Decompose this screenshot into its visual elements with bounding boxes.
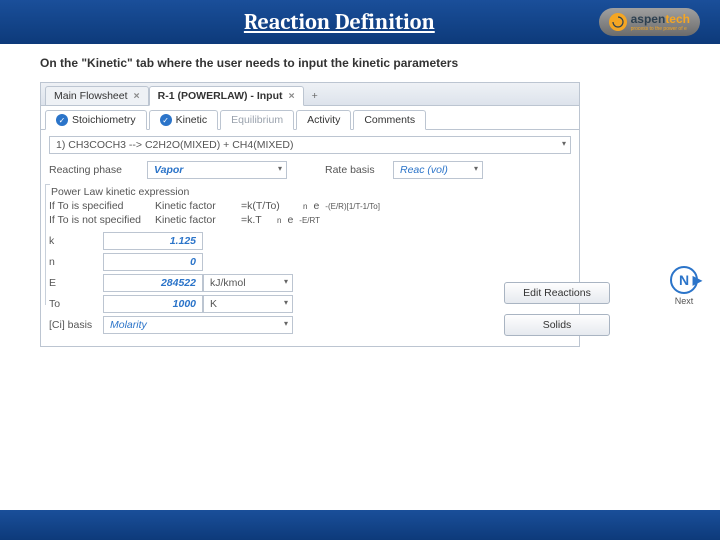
subtab-label: Equilibrium bbox=[231, 114, 283, 126]
label-Ci-basis: [Ci] basis bbox=[49, 319, 103, 331]
subtab-equilibrium[interactable]: Equilibrium bbox=[220, 110, 294, 130]
ci-basis-select[interactable]: Molarity bbox=[103, 316, 293, 334]
edit-reactions-button[interactable]: Edit Reactions bbox=[504, 282, 610, 304]
input-n[interactable]: 0 bbox=[103, 253, 203, 271]
subtab-strip: ✓ Stoichiometry ✓ Kinetic Equilibrium Ac… bbox=[41, 106, 579, 130]
aspen-window: Main Flowsheet × R-1 (POWERLAW) - Input … bbox=[40, 82, 580, 347]
label-n: n bbox=[49, 256, 103, 268]
subtab-kinetic[interactable]: ✓ Kinetic bbox=[149, 110, 219, 130]
next-button[interactable]: N ▶ Next bbox=[670, 266, 698, 306]
input-k[interactable]: 1.125 bbox=[103, 232, 203, 250]
label-rate-basis: Rate basis bbox=[325, 164, 385, 176]
eq2-e: e bbox=[287, 214, 293, 226]
eq1-prefix: =k(T/To) bbox=[241, 200, 297, 212]
next-icon: N ▶ bbox=[670, 266, 698, 294]
label-E: E bbox=[49, 277, 103, 289]
check-icon: ✓ bbox=[56, 114, 68, 126]
subtab-stoichiometry[interactable]: ✓ Stoichiometry bbox=[45, 110, 147, 130]
reaction-select[interactable]: 1) CH3COCH3 --> C2H2O(MIXED) + CH4(MIXED… bbox=[49, 136, 571, 154]
slide-title: Reaction Definition bbox=[80, 9, 599, 35]
label-reacting-phase: Reacting phase bbox=[49, 164, 139, 176]
eq1-exp: -(E/R)[1/T-1/To] bbox=[325, 202, 380, 211]
eq1-n: n bbox=[303, 202, 307, 211]
subtab-label: Activity bbox=[307, 114, 340, 126]
label-if-to-not-specified: If To is not specified bbox=[49, 214, 149, 226]
label-To: To bbox=[49, 298, 103, 310]
eq1-e: e bbox=[313, 200, 319, 212]
subtab-comments[interactable]: Comments bbox=[353, 110, 426, 130]
solids-button[interactable]: Solids bbox=[504, 314, 610, 336]
input-To[interactable]: 1000 bbox=[103, 295, 203, 313]
form-panel: 1) CH3COCH3 --> C2H2O(MIXED) + CH4(MIXED… bbox=[41, 130, 579, 346]
rate-basis-select[interactable]: Reac (vol) bbox=[393, 161, 483, 179]
close-icon[interactable]: × bbox=[134, 90, 140, 102]
group-powerlaw: Power Law kinetic expression bbox=[51, 186, 571, 198]
next-letter: N bbox=[679, 272, 689, 288]
unit-To[interactable]: K bbox=[203, 295, 293, 313]
close-icon[interactable]: × bbox=[288, 90, 294, 102]
subtab-label: Stoichiometry bbox=[72, 114, 136, 126]
logo-suffix: tech bbox=[665, 12, 690, 26]
reacting-phase-value: Vapor bbox=[154, 164, 183, 176]
logo-tagline: process to the power of e bbox=[631, 26, 690, 32]
new-tab-button[interactable]: + bbox=[304, 87, 326, 105]
label-if-to-specified: If To is specified bbox=[49, 200, 149, 212]
label-k: k bbox=[49, 235, 103, 247]
unit-E[interactable]: kJ/kmol bbox=[203, 274, 293, 292]
eq2-prefix: =k.T bbox=[241, 214, 271, 226]
label-kinetic-factor: Kinetic factor bbox=[155, 200, 235, 212]
tab-label: Main Flowsheet bbox=[54, 90, 128, 102]
document-tabstrip: Main Flowsheet × R-1 (POWERLAW) - Input … bbox=[41, 83, 579, 106]
logo-aspentech: aspentech process to the power of e bbox=[599, 8, 700, 36]
eq2-n: n bbox=[277, 216, 281, 225]
eq2-exp: -E/RT bbox=[299, 216, 320, 225]
label-kinetic-factor2: Kinetic factor bbox=[155, 214, 235, 226]
logo-brand: aspen bbox=[631, 12, 666, 26]
tab-main-flowsheet[interactable]: Main Flowsheet × bbox=[45, 86, 149, 106]
next-label: Next bbox=[670, 296, 698, 306]
instruction-text: On the "Kinetic" tab where the user need… bbox=[40, 56, 680, 70]
subtab-label: Kinetic bbox=[176, 114, 208, 126]
reacting-phase-select[interactable]: Vapor bbox=[147, 161, 287, 179]
tab-label: R-1 (POWERLAW) - Input bbox=[158, 90, 283, 102]
subtab-label: Comments bbox=[364, 114, 415, 126]
footer-bar bbox=[0, 510, 720, 540]
check-icon: ✓ bbox=[160, 114, 172, 126]
logo-spiral-icon bbox=[609, 13, 627, 31]
subtab-activity[interactable]: Activity bbox=[296, 110, 351, 130]
tab-r1-powerlaw-input[interactable]: R-1 (POWERLAW) - Input × bbox=[149, 86, 304, 106]
input-E[interactable]: 284522 bbox=[103, 274, 203, 292]
arrow-right-icon: ▶ bbox=[693, 273, 702, 287]
